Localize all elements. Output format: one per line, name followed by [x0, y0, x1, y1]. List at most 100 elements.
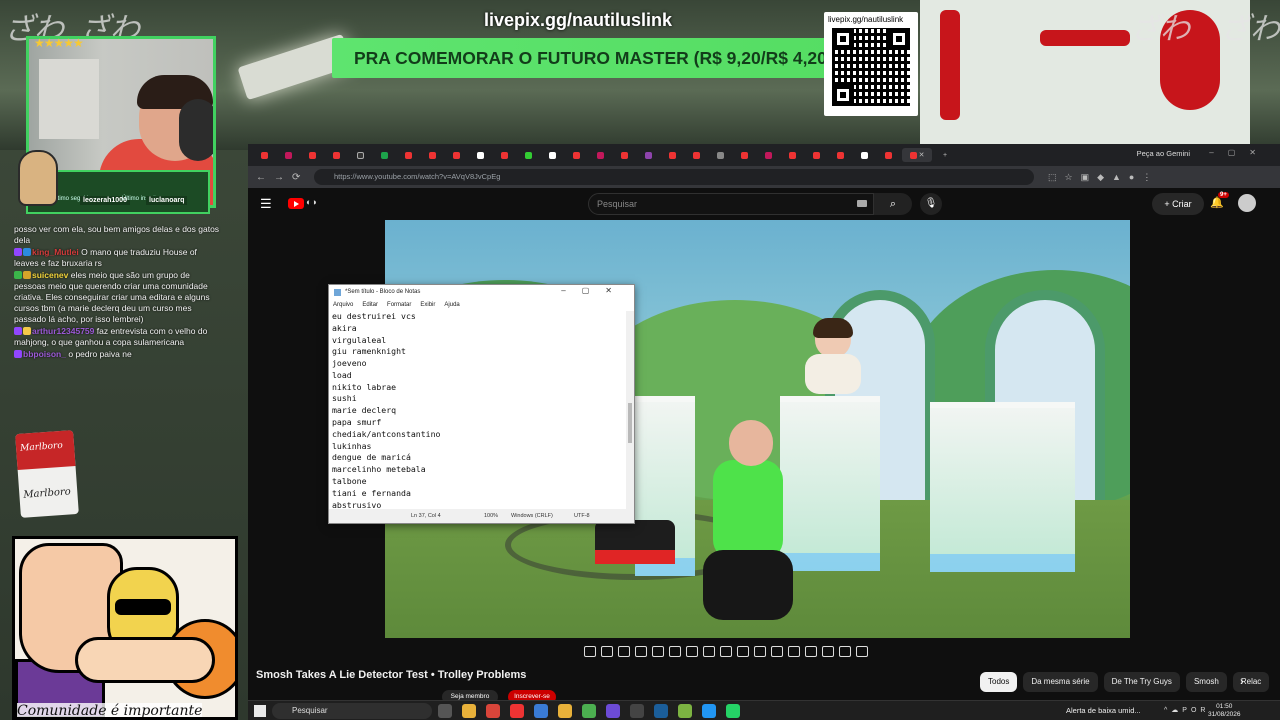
crop-icon[interactable]: [669, 645, 681, 657]
account-avatar[interactable]: [1238, 194, 1256, 212]
chip-all[interactable]: Todos: [980, 672, 1018, 692]
menu-arquivo[interactable]: Arquivo: [333, 299, 353, 311]
notifications-bell-icon[interactable]: 🔔 9+: [1210, 192, 1229, 209]
chip-smosh[interactable]: Smosh: [1185, 672, 1227, 692]
cartoon-avatar-icon: [18, 150, 58, 206]
discord-icon[interactable]: [606, 704, 620, 718]
code-icon[interactable]: [822, 645, 834, 657]
chrome-profile-icon[interactable]: [582, 704, 596, 718]
weather-alert[interactable]: Alerta de baixa umid...: [1066, 706, 1141, 715]
loop-icon[interactable]: [584, 645, 596, 657]
clock[interactable]: 01:50 31/08/2026: [1208, 703, 1241, 719]
tab[interactable]: [302, 148, 324, 162]
tab[interactable]: [422, 148, 444, 162]
cc-icon[interactable]: [805, 645, 817, 657]
chip-related[interactable]: Relac: [1232, 672, 1270, 692]
tab[interactable]: [758, 148, 780, 162]
fullscreen-icon[interactable]: [771, 645, 783, 657]
sync-icon[interactable]: [737, 645, 749, 657]
keyboard-icon[interactable]: [857, 200, 867, 207]
menu-ajuda[interactable]: Ajuda: [444, 299, 459, 311]
speed-icon[interactable]: [720, 645, 732, 657]
deco-text-right-2: ざわ: [1220, 12, 1280, 47]
tab[interactable]: [326, 148, 348, 162]
search-button[interactable]: ⌕: [874, 193, 912, 215]
tab[interactable]: [614, 148, 636, 162]
nav-buttons[interactable]: ←→⟳: [256, 172, 308, 183]
app-c-icon[interactable]: [702, 704, 716, 718]
search-input[interactable]: Pesquisar: [588, 193, 874, 215]
tab[interactable]: [686, 148, 708, 162]
new-tab-button[interactable]: +: [934, 148, 956, 162]
tab[interactable]: [446, 148, 468, 162]
tab[interactable]: [398, 148, 420, 162]
screenshot-icon[interactable]: [788, 645, 800, 657]
folder-icon[interactable]: [558, 704, 572, 718]
tab[interactable]: [542, 148, 564, 162]
tab[interactable]: [494, 148, 516, 162]
notepad-status-bar: Ln 37, Col 4 100% Windows (CRLF) UTF-8: [329, 509, 634, 523]
bookmark-icon[interactable]: [754, 645, 766, 657]
tab[interactable]: [734, 148, 756, 162]
tab[interactable]: [854, 148, 876, 162]
tab[interactable]: [638, 148, 660, 162]
tab[interactable]: [470, 148, 492, 162]
window-controls[interactable]: –▢✕: [1209, 148, 1270, 157]
tab-active[interactable]: ✕: [902, 148, 932, 162]
notepad-window[interactable]: *Sem título - Bloco de Notas –▢✕ Arquivo…: [328, 284, 635, 524]
obs-icon[interactable]: [630, 704, 644, 718]
system-tray[interactable]: ^☁POR: [1164, 706, 1209, 714]
tab[interactable]: [374, 148, 396, 162]
menu-exibir[interactable]: Exibir: [420, 299, 435, 311]
steam-icon[interactable]: [654, 704, 668, 718]
flask-icon[interactable]: [839, 645, 851, 657]
notepad-scrollbar[interactable]: [626, 311, 634, 509]
chip-try-guys[interactable]: De The Try Guys: [1103, 672, 1180, 692]
menu-icon[interactable]: ☰: [260, 196, 272, 212]
task-view-icon[interactable]: [438, 704, 452, 718]
tab[interactable]: [278, 148, 300, 162]
tab[interactable]: [566, 148, 588, 162]
tab[interactable]: [350, 148, 372, 162]
create-button[interactable]: + Criar: [1152, 193, 1204, 215]
pip-icon[interactable]: [686, 645, 698, 657]
notepad-line: marcelinho metebala: [332, 464, 426, 475]
mic-icon[interactable]: 🎙: [920, 193, 942, 215]
notepad-icon[interactable]: [678, 704, 692, 718]
notepad-window-controls[interactable]: –▢✕: [561, 286, 628, 295]
app-icon[interactable]: [534, 704, 548, 718]
tab[interactable]: [806, 148, 828, 162]
vivaldi-icon[interactable]: [510, 704, 524, 718]
copy-icon[interactable]: [703, 645, 715, 657]
tab[interactable]: [590, 148, 612, 162]
chevron-right-icon[interactable]: ›: [1240, 676, 1244, 688]
tab[interactable]: [518, 148, 540, 162]
taskbar-search[interactable]: Pesquisar: [272, 703, 432, 719]
frame-icon[interactable]: [652, 645, 664, 657]
whatsapp-icon[interactable]: [726, 704, 740, 718]
menu-formatar[interactable]: Formatar: [387, 299, 411, 311]
chrome-icon[interactable]: [486, 704, 500, 718]
tab[interactable]: [830, 148, 852, 162]
tab[interactable]: [254, 148, 276, 162]
address-bar-row: ←→⟳ https://www.youtube.com/watch?v=AVqV…: [248, 166, 1280, 188]
file-explorer-icon[interactable]: [462, 704, 476, 718]
windows-start-icon[interactable]: [254, 705, 266, 717]
captions-icon[interactable]: [635, 645, 647, 657]
taskbar-apps: [438, 704, 740, 718]
volume-icon[interactable]: [618, 645, 630, 657]
notepad-text-area[interactable]: eu destruirei vcs akira virgulaleal giu ram…: [332, 311, 622, 509]
extension-icons[interactable]: ⬚☆▣◆▲●⋮: [1048, 172, 1159, 183]
url-field[interactable]: https://www.youtube.com/watch?v=AVqV8JvC…: [314, 169, 1034, 185]
tab[interactable]: [662, 148, 684, 162]
youtube-logo-icon[interactable]: [288, 198, 304, 209]
tab[interactable]: [878, 148, 900, 162]
gemini-button[interactable]: Peça ao Gemini: [1137, 149, 1190, 158]
stop-icon[interactable]: [601, 645, 613, 657]
chip-same-series[interactable]: Da mesma série: [1023, 672, 1098, 692]
tab[interactable]: [782, 148, 804, 162]
tab[interactable]: [710, 148, 732, 162]
settings-icon[interactable]: [856, 645, 868, 657]
chat-message: king_Mutlei O mano que traduziu House of…: [14, 247, 197, 268]
menu-editar[interactable]: Editar: [362, 299, 378, 311]
